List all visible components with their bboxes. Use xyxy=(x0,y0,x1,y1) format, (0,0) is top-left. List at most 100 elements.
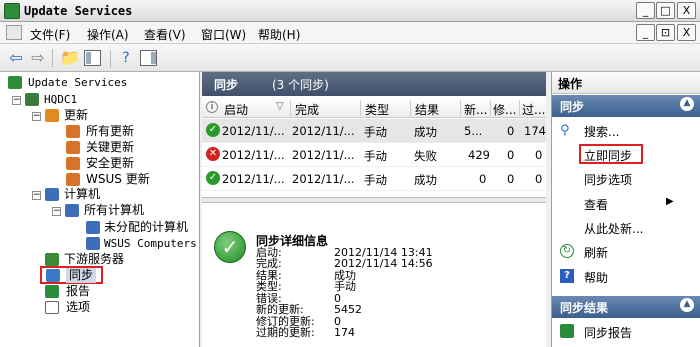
tree-pane-glyph xyxy=(86,52,91,64)
minimize-button[interactable]: _ xyxy=(636,2,655,19)
action-refresh[interactable]: 刷新 xyxy=(584,244,608,261)
failure-x-icon: ✕ xyxy=(206,147,220,161)
collapse-icon[interactable]: − xyxy=(52,207,61,216)
tree-root[interactable]: Update Services xyxy=(28,75,127,90)
search-icon: ⚲ xyxy=(560,123,570,138)
inner-close-button[interactable]: X xyxy=(677,24,696,41)
collapse-icon[interactable]: − xyxy=(32,191,41,200)
collapse-icon[interactable]: − xyxy=(32,112,41,121)
menu-file[interactable]: 文件(F) xyxy=(30,26,70,43)
cell-result: 成功 xyxy=(414,173,437,187)
sync-icon xyxy=(46,269,60,282)
column-divider[interactable] xyxy=(410,100,411,116)
mmc-doc-icon[interactable] xyxy=(6,25,22,40)
column-divider[interactable] xyxy=(460,100,461,116)
table-row[interactable]: ✓ 2012/11/... 2012/11/... 手动 成功 0 0 0 xyxy=(202,167,546,191)
cell-expired: 174 xyxy=(524,124,546,138)
tree-computers[interactable]: 计算机 xyxy=(64,187,100,202)
menu-action[interactable]: 操作(A) xyxy=(87,26,129,43)
toolbar-separator xyxy=(52,49,53,67)
show-action-pane-icon[interactable] xyxy=(140,50,157,66)
cell-start: 2012/11/... xyxy=(222,172,285,186)
table-row[interactable]: ✓ 2012/11/... 2012/11/... 手动 成功 5... 0 1… xyxy=(202,119,546,143)
column-divider[interactable] xyxy=(490,100,491,116)
tree-unassigned-computers[interactable]: 未分配的计算机 xyxy=(104,220,188,235)
tree-downstream-servers[interactable]: 下游服务器 xyxy=(64,252,124,267)
menu-help[interactable]: 帮助(H) xyxy=(258,26,300,43)
options-icon xyxy=(45,301,59,314)
column-divider[interactable] xyxy=(519,100,520,116)
collapse-section-icon[interactable]: ▲ xyxy=(680,97,694,111)
tree-options[interactable]: 选项 xyxy=(66,300,90,315)
actions-section-sync-results[interactable]: 同步结果 ▲ xyxy=(552,296,700,318)
col-revised[interactable]: 修... xyxy=(493,101,516,118)
col-result[interactable]: 结果 xyxy=(415,101,439,118)
tree-server[interactable]: HQDC1 xyxy=(44,92,77,107)
detail-label-expired: 过期的更新: xyxy=(256,326,315,339)
submenu-arrow-icon[interactable]: ▶ xyxy=(666,196,674,207)
help-icon: ? xyxy=(560,269,574,283)
wsus-computers-icon xyxy=(86,237,100,250)
col-new[interactable]: 新... xyxy=(464,101,487,118)
cell-revised: 0 xyxy=(507,172,515,186)
tree-wsus-computers[interactable]: WSUS Computers xyxy=(104,236,197,251)
col-expired[interactable]: 过... xyxy=(522,101,545,118)
action-sync-report[interactable]: 同步报告 xyxy=(584,324,632,341)
table-row[interactable]: ✕ 2012/11/... 2012/11/... 手动 失败 429 0 0 xyxy=(202,143,546,167)
close-button[interactable]: X xyxy=(677,2,696,19)
tree-wsus-updates[interactable]: WSUS 更新 xyxy=(86,172,150,187)
tree-sync[interactable]: 同步 xyxy=(66,268,97,283)
tree-updates[interactable]: 更新 xyxy=(64,108,88,123)
action-new-window[interactable]: 从此处新... xyxy=(584,220,643,237)
cell-new: 429 xyxy=(468,148,490,162)
section-sync-results-label: 同步结果 xyxy=(560,301,609,315)
sync-pane: 同步 (3 个同步) i 启动 ▽ 完成 类型 结果 新... 修... 过..… xyxy=(202,72,546,347)
col-type[interactable]: 类型 xyxy=(365,101,389,118)
section-sync-label: 同步 xyxy=(560,100,585,114)
security-updates-icon xyxy=(66,157,80,170)
column-divider[interactable] xyxy=(360,100,361,116)
tree-all-computers[interactable]: 所有计算机 xyxy=(84,203,144,218)
forward-arrow-icon[interactable]: ⇨ xyxy=(28,48,48,68)
action-view[interactable]: 查看 xyxy=(584,196,608,213)
action-search[interactable]: 搜索... xyxy=(584,123,619,140)
collapse-icon[interactable]: − xyxy=(12,96,21,105)
cell-result: 失败 xyxy=(414,149,437,163)
reports-icon xyxy=(45,285,59,298)
detail-value-expired: 174 xyxy=(334,326,355,339)
action-help[interactable]: 帮助 xyxy=(584,269,608,286)
col-end[interactable]: 完成 xyxy=(295,101,319,118)
info-column-icon[interactable]: i xyxy=(206,101,218,113)
column-divider[interactable] xyxy=(290,100,291,116)
tree-critical-updates[interactable]: 关键更新 xyxy=(86,140,134,155)
cell-new: 5... xyxy=(464,124,483,138)
updates-folder-icon xyxy=(45,109,59,122)
cell-expired: 0 xyxy=(535,172,543,186)
help-book-icon[interactable]: ? xyxy=(116,48,136,68)
actions-section-sync[interactable]: 同步 ▲ xyxy=(552,95,700,117)
action-sync-options[interactable]: 同步选项 xyxy=(584,171,632,188)
refresh-icon: ↻ xyxy=(560,244,574,258)
back-arrow-icon[interactable]: ⇦ xyxy=(6,48,26,68)
actions-header-label: 操作 xyxy=(558,77,583,91)
collapse-section-icon[interactable]: ▲ xyxy=(680,298,694,312)
inner-minimize-button[interactable]: _ xyxy=(636,24,655,41)
menu-view[interactable]: 查看(V) xyxy=(144,26,186,43)
tree-reports[interactable]: 报告 xyxy=(66,284,90,299)
navigation-tree: Update Services − HQDC1 − 更新 所有更新 关键更新 安… xyxy=(0,72,200,347)
report-icon xyxy=(560,324,574,338)
tree-all-updates[interactable]: 所有更新 xyxy=(86,124,134,139)
cell-end: 2012/11/... xyxy=(292,172,355,186)
menu-window[interactable]: 窗口(W) xyxy=(201,26,246,43)
up-folder-icon[interactable]: 📁 xyxy=(60,48,80,68)
title-bar: Update Services _ □ X xyxy=(0,0,700,22)
sort-icon[interactable]: ▽ xyxy=(276,101,284,112)
col-start[interactable]: 启动 xyxy=(224,101,248,118)
action-sync-now[interactable]: 立即同步 xyxy=(584,147,632,164)
maximize-button[interactable]: □ xyxy=(656,2,675,19)
show-tree-icon[interactable] xyxy=(84,50,101,66)
detail-label-end: 完成: xyxy=(256,257,282,270)
cell-end: 2012/11/... xyxy=(292,124,355,138)
tree-security-updates[interactable]: 安全更新 xyxy=(86,156,134,171)
inner-restore-button[interactable]: ⊡ xyxy=(656,24,675,41)
